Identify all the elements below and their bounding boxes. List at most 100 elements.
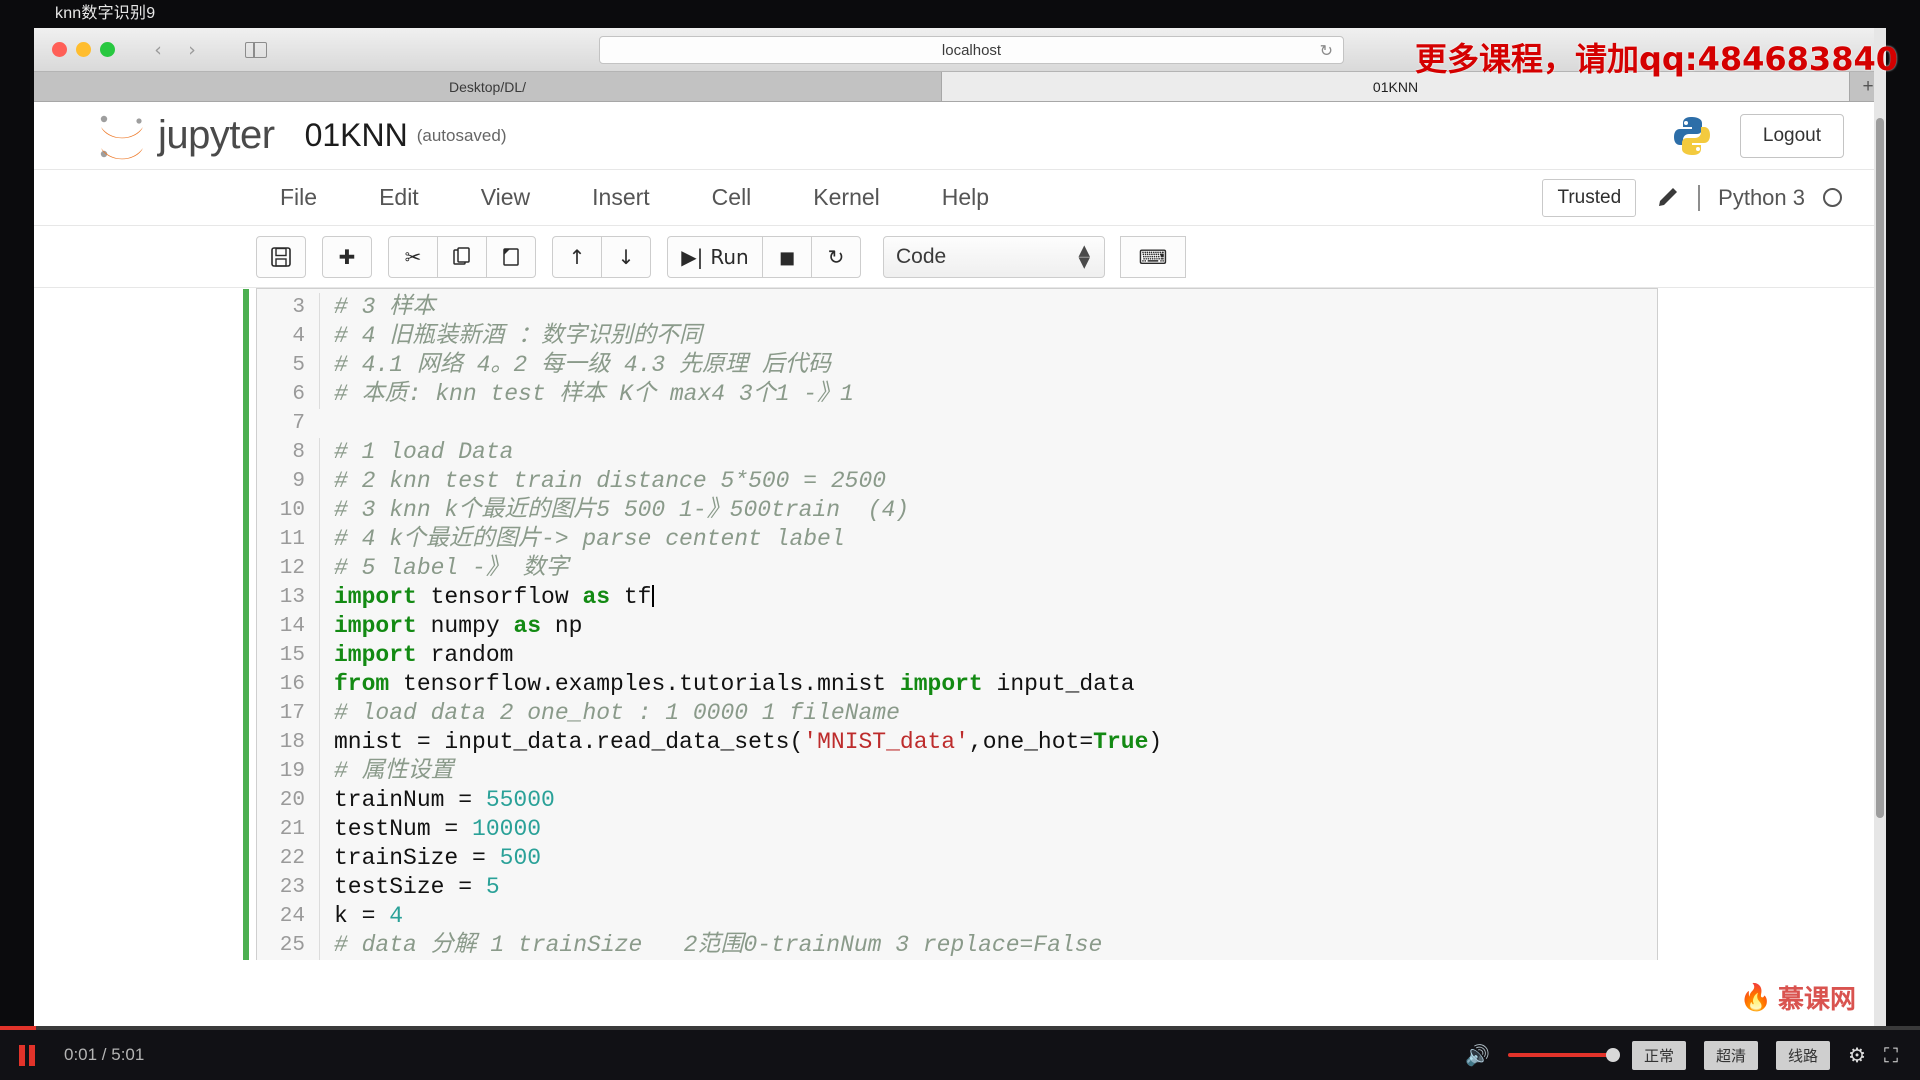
line-number: 16	[279, 673, 305, 696]
menu-view[interactable]: View	[481, 184, 530, 211]
code-token: import	[334, 584, 417, 610]
video-progress-bar[interactable]	[0, 1026, 1920, 1030]
page-scrollbar[interactable]	[1874, 28, 1886, 1030]
line-content: # 2 knn test train distance 5*500 = 2500	[319, 467, 1657, 496]
code-token: as	[582, 584, 611, 610]
python-logo-icon	[1673, 116, 1710, 155]
menu-file[interactable]: File	[280, 184, 317, 211]
cut-cell-button[interactable]: ✂	[388, 235, 438, 278]
notebook-name[interactable]: 01KNN	[305, 117, 408, 154]
pencil-icon[interactable]	[1654, 185, 1680, 211]
code-line: 11 # 4 k个最近的图片-> parse centent label	[257, 525, 1657, 554]
code-line: 12 # 5 label -》 数字	[257, 554, 1657, 583]
save-button[interactable]	[256, 235, 306, 278]
line-number: 20	[279, 789, 305, 812]
menu-edit[interactable]: Edit	[379, 184, 419, 211]
menu-help[interactable]: Help	[942, 184, 989, 211]
trusted-badge[interactable]: Trusted	[1542, 178, 1637, 217]
restart-kernel-button[interactable]: ↻	[811, 235, 861, 278]
line-number: 21	[279, 818, 305, 841]
browser-window: ‹ › localhost ↻ Desktop/DL/ 01KNN + jupy…	[34, 28, 1886, 1030]
menu-kernel[interactable]: Kernel	[813, 184, 879, 211]
line-number: 19	[279, 760, 305, 783]
cell-type-value: Code	[896, 244, 947, 268]
reload-icon[interactable]: ↻	[1320, 41, 1333, 60]
line-number: 17	[279, 702, 305, 725]
code-token: # data 分解 1 trainSize 2范围0-trainNum 3 re…	[334, 932, 1103, 958]
line-content: # load data 2 one_hot : 1 0000 1 fileNam…	[319, 699, 1657, 728]
sidebar-toggle-button[interactable]	[235, 37, 277, 63]
settings-gear-icon[interactable]: ⚙	[1848, 1043, 1866, 1067]
minimize-window-button[interactable]	[76, 42, 91, 57]
code-token: 10000	[472, 816, 542, 842]
pause-button[interactable]	[12, 1042, 42, 1068]
interrupt-kernel-button[interactable]: ◼	[762, 235, 812, 278]
line-content: # 3 样本	[319, 293, 1657, 322]
maximize-window-button[interactable]	[100, 42, 115, 57]
code-token: testNum =	[334, 816, 473, 842]
quality-hd-button[interactable]: 超清	[1704, 1040, 1759, 1070]
code-token: testSize =	[334, 874, 486, 900]
imooc-brand-text: 慕课网	[1777, 984, 1856, 1014]
copy-cell-button[interactable]	[437, 235, 487, 278]
cell-type-select[interactable]: Code ▲ ▼	[883, 235, 1105, 278]
fullscreen-icon[interactable]: ⛶	[1884, 1043, 1898, 1067]
run-label: Run	[710, 244, 749, 269]
line-content: import tensorflow as tf	[319, 583, 1657, 612]
code-cell[interactable]: 3 # 3 样本 4 # 4 旧瓶装新酒 ：数字识别的不同 5 # 4.1 网络 4。2 …	[243, 288, 1658, 960]
quality-normal-button[interactable]: 正常	[1632, 1040, 1687, 1070]
code-token: ,one_hot=	[968, 729, 1094, 755]
code-token: # load data 2 one_hot : 1 0000 1 fileNam…	[334, 700, 900, 726]
navigation-buttons[interactable]: ‹ ›	[141, 37, 209, 63]
volume-slider[interactable]	[1508, 1048, 1621, 1062]
code-line: 17 # load data 2 one_hot : 1 0000 1 fileN…	[257, 699, 1657, 728]
run-cell-button[interactable]: ▶| Run	[667, 235, 763, 278]
close-window-button[interactable]	[52, 42, 67, 57]
code-line: 20 trainNum = 55000	[257, 786, 1657, 815]
insert-cell-button[interactable]: ✚	[322, 235, 372, 278]
code-token: # 5 label -》 数字	[334, 555, 569, 581]
volume-icon[interactable]: 🔊	[1465, 1043, 1490, 1067]
line-number: 14	[279, 615, 305, 638]
move-cell-up-button[interactable]: ↑	[552, 235, 602, 278]
line-number: 9	[292, 470, 305, 493]
page-scrollbar-thumb[interactable]	[1876, 118, 1884, 818]
line-content: trainNum = 55000	[319, 786, 1657, 815]
line-select-button[interactable]: 线路	[1776, 1040, 1831, 1070]
menu-cell[interactable]: Cell	[712, 184, 752, 211]
address-bar-text: localhost	[941, 41, 1002, 59]
line-content: testSize = 5	[319, 873, 1657, 902]
address-bar[interactable]: localhost ↻	[599, 36, 1344, 64]
logout-button[interactable]: Logout	[1739, 113, 1844, 158]
line-number: 18	[279, 731, 305, 754]
command-palette-button[interactable]: ⌨	[1120, 235, 1186, 278]
toolbar-group-move: ↑ ↓	[552, 235, 651, 278]
jupyter-wordmark: jupyter	[158, 113, 275, 157]
code-token: import	[899, 671, 983, 697]
run-icon: ▶|	[681, 244, 704, 269]
code-editor[interactable]: 3 # 3 样本 4 # 4 旧瓶装新酒 ：数字识别的不同 5 # 4.1 网络 4。2 …	[257, 289, 1657, 960]
line-number: 10	[279, 499, 305, 522]
notebook-cell-wrapper: 3 # 3 样本 4 # 4 旧瓶装新酒 ：数字识别的不同 5 # 4.1 网络 4。2 …	[243, 288, 1658, 960]
jupyter-logo[interactable]: jupyter	[94, 110, 275, 162]
jupyter-logo-icon	[100, 115, 143, 159]
code-line: 5 # 4.1 网络 4。2 每一级 4.3 先原理 后代码	[257, 351, 1657, 380]
line-number: 25	[279, 934, 305, 957]
line-content: # 4 旧瓶装新酒 ：数字识别的不同	[319, 322, 1657, 351]
code-line: 8 # 1 load Data	[257, 438, 1657, 467]
paste-icon	[503, 247, 519, 266]
paste-cell-button[interactable]	[486, 235, 536, 278]
sidebar-icon	[245, 41, 267, 58]
toolbar-group-save	[256, 235, 306, 278]
window-controls[interactable]	[52, 42, 115, 57]
code-token: np	[541, 613, 583, 639]
back-icon[interactable]: ‹	[141, 37, 175, 63]
forward-icon[interactable]: ›	[175, 37, 209, 63]
code-token: mnist = input_data.read_data_sets(	[334, 729, 804, 755]
volume-slider-knob[interactable]	[1606, 1048, 1621, 1062]
tab-desktop-dl[interactable]: Desktop/DL/	[34, 72, 942, 101]
move-cell-down-button[interactable]: ↓	[601, 235, 651, 278]
line-number: 11	[279, 528, 305, 551]
menu-insert[interactable]: Insert	[592, 184, 650, 211]
screen-root: knn数字识别9 ‹ › localhost ↻ Desktop/DL/ 01K…	[0, 0, 1920, 1080]
